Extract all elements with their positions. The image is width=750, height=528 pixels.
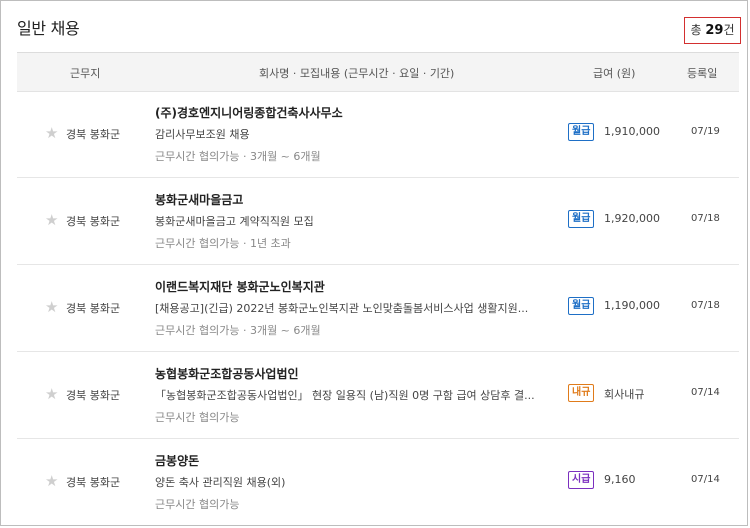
pay-amount: 1,910,000 bbox=[604, 125, 660, 138]
star-icon[interactable]: ★ bbox=[45, 387, 58, 402]
location-text: 경북 봉화군 bbox=[66, 389, 121, 402]
star-icon[interactable]: ★ bbox=[45, 474, 58, 489]
work-conditions: 근무시간 협의가능 · 3개월 ~ 6개월 bbox=[155, 324, 321, 337]
work-conditions: 근무시간 협의가능 bbox=[155, 498, 240, 511]
location-text: 경북 봉화군 bbox=[66, 476, 121, 489]
column-header-pay: 급여 (원) bbox=[593, 67, 636, 80]
pay-type-badge: 월급 bbox=[568, 123, 595, 141]
work-conditions: 근무시간 협의가능 · 1년 초과 bbox=[155, 237, 291, 250]
table-row[interactable]: ★ 경북 봉화군 이랜드복지재단 봉화군노인복지관 [채용공고](긴급) 2022년 … bbox=[17, 264, 739, 352]
pay-amount: 1,920,000 bbox=[604, 212, 660, 225]
pay-amount: 9,160 bbox=[604, 473, 636, 486]
pay-type-badge: 내규 bbox=[568, 384, 595, 402]
pay-type-badge: 월급 bbox=[568, 297, 595, 315]
table-row[interactable]: ★ 경북 봉화군 농협봉화군조합공동사업법인 「농협봉화군조합공동사업법인」 현장 일… bbox=[17, 351, 739, 439]
pay-type-badge: 시급 bbox=[568, 471, 595, 489]
star-icon[interactable]: ★ bbox=[45, 213, 58, 228]
company-name[interactable]: 봉화군새마을금고 bbox=[155, 191, 243, 208]
total-count: 29 bbox=[705, 23, 724, 38]
job-description[interactable]: 「농협봉화군조합공동사업법인」 현장 일용직 (남)직원 0명 구함 급여 상담… bbox=[155, 387, 535, 403]
pay-type-badge: 월급 bbox=[568, 210, 595, 228]
table-row[interactable]: ★ 경북 봉화군 봉화군새마을금고봉화군새마을금고 계약직직원 모집근무시간 협의가… bbox=[17, 177, 739, 265]
column-header-info: 회사명 · 모집내용 (근무시간 · 요일 · 기간) bbox=[259, 67, 455, 80]
job-list-panel: 일반 채용 총 29건 근무지 회사명 · 모집내용 (근무시간 · 요일 · … bbox=[0, 0, 748, 526]
job-description[interactable]: 봉화군새마을금고 계약직직원 모집 bbox=[155, 213, 535, 229]
company-name[interactable]: 농협봉화군조합공동사업법인 bbox=[155, 365, 299, 382]
pay-amount: 회사내규 bbox=[604, 388, 645, 401]
registered-date: 07/18 bbox=[691, 300, 720, 311]
job-description[interactable]: 감리사무보조원 채용 bbox=[155, 126, 535, 142]
company-name[interactable]: 이랜드복지재단 봉화군노인복지관 bbox=[155, 278, 325, 295]
table-header: 근무지 회사명 · 모집내용 (근무시간 · 요일 · 기간) 급여 (원) 등… bbox=[17, 52, 739, 92]
star-icon[interactable]: ★ bbox=[45, 126, 58, 141]
section-title: 일반 채용 bbox=[17, 19, 80, 38]
pay-amount: 1,190,000 bbox=[604, 299, 660, 312]
table-row[interactable]: ★ 경북 봉화군 금봉양돈양돈 축사 관리직원 채용(외) 근무시간 협의가능 시급 9,… bbox=[17, 438, 739, 525]
job-description[interactable]: [채용공고](긴급) 2022년 봉화군노인복지관 노인맞춤돌봄서비스사업 생활… bbox=[155, 300, 535, 316]
registered-date: 07/14 bbox=[691, 474, 720, 485]
table-row[interactable]: ★ 경북 봉화군 (주)경호엔지니어링종합건축사사무소감리사무보조원 채용근무시간 … bbox=[17, 90, 739, 178]
company-name[interactable]: (주)경호엔지니어링종합건축사사무소 bbox=[155, 104, 343, 121]
location-text: 경북 봉화군 bbox=[66, 302, 121, 315]
registered-date: 07/19 bbox=[691, 126, 720, 137]
total-count-badge: 총 29건 bbox=[684, 17, 741, 44]
work-conditions: 근무시간 협의가능 · 3개월 ~ 6개월 bbox=[155, 150, 321, 163]
registered-date: 07/14 bbox=[691, 387, 720, 398]
total-suffix: 건 bbox=[723, 23, 735, 37]
total-prefix: 총 bbox=[690, 23, 706, 37]
job-description[interactable]: 양돈 축사 관리직원 채용(외) bbox=[155, 474, 535, 490]
company-name[interactable]: 금봉양돈 bbox=[155, 452, 199, 469]
column-header-date: 등록일 bbox=[687, 67, 718, 80]
column-header-location: 근무지 bbox=[70, 67, 101, 80]
registered-date: 07/18 bbox=[691, 213, 720, 224]
location-text: 경북 봉화군 bbox=[66, 215, 121, 228]
star-icon[interactable]: ★ bbox=[45, 300, 58, 315]
location-text: 경북 봉화군 bbox=[66, 128, 121, 141]
work-conditions: 근무시간 협의가능 bbox=[155, 411, 240, 424]
